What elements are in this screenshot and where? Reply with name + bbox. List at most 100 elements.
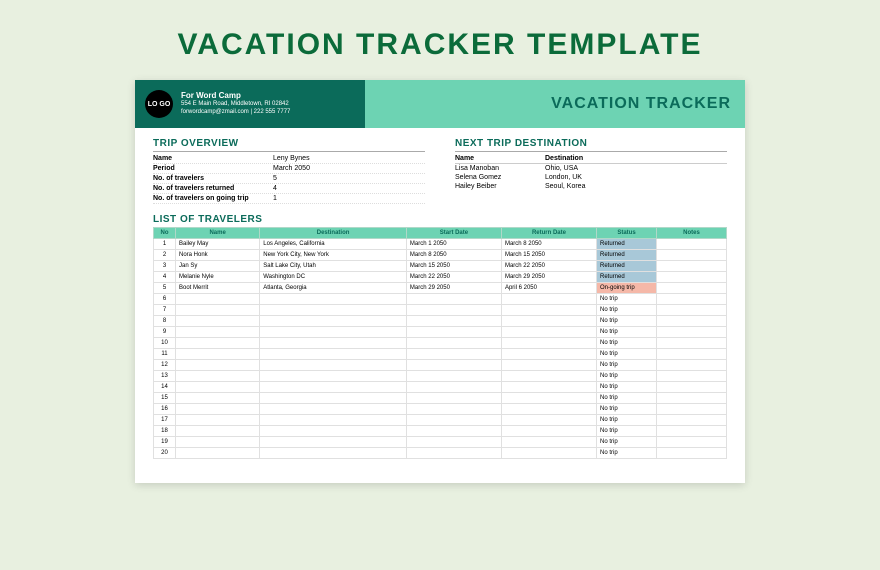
cell-no: 9	[154, 327, 176, 338]
logo-icon: LO GO	[145, 90, 173, 118]
cell-name	[176, 305, 260, 316]
cell-status: Returned	[597, 272, 657, 283]
cell-status: Returned	[597, 250, 657, 261]
table-row: 7No trip	[154, 305, 727, 316]
cell-status: No trip	[597, 371, 657, 382]
travelers-title: LIST OF TRAVELERS	[153, 214, 727, 225]
cell-start	[406, 437, 501, 448]
cell-notes	[657, 338, 727, 349]
col-header: Notes	[657, 228, 727, 239]
document: LO GO For Word Camp 554 E Main Road, Mid…	[135, 80, 745, 483]
cell-dest: Salt Lake City, Utah	[260, 261, 407, 272]
cell-notes	[657, 305, 727, 316]
col-header: No	[154, 228, 176, 239]
table-row: 14No trip	[154, 382, 727, 393]
cell-return: April 6 2050	[501, 283, 596, 294]
next-trip-name: Selena Gomez	[455, 174, 545, 181]
cell-name	[176, 294, 260, 305]
next-trip-name: Hailey Beiber	[455, 183, 545, 190]
cell-status: No trip	[597, 349, 657, 360]
cell-start	[406, 349, 501, 360]
cell-no: 5	[154, 283, 176, 294]
cell-notes	[657, 382, 727, 393]
cell-name	[176, 404, 260, 415]
cell-name	[176, 327, 260, 338]
page-title: VACATION TRACKER TEMPLATE	[0, 0, 880, 80]
cell-no: 4	[154, 272, 176, 283]
cell-return	[501, 426, 596, 437]
header: LO GO For Word Camp 554 E Main Road, Mid…	[135, 80, 745, 128]
cell-dest	[260, 393, 407, 404]
cell-no: 20	[154, 448, 176, 459]
overview-key: Name	[153, 155, 273, 162]
cell-status: No trip	[597, 426, 657, 437]
cell-no: 6	[154, 294, 176, 305]
overview-row: No. of travelers5	[153, 174, 425, 184]
cell-notes	[657, 448, 727, 459]
cell-status: Returned	[597, 239, 657, 250]
cell-start	[406, 404, 501, 415]
cell-dest	[260, 404, 407, 415]
cell-start: March 29 2050	[406, 283, 501, 294]
company-info: For Word Camp 554 E Main Road, Middletow…	[181, 91, 290, 117]
cell-no: 10	[154, 338, 176, 349]
cell-name	[176, 360, 260, 371]
cell-no: 11	[154, 349, 176, 360]
table-row: 4Melanie NyleWashington DCMarch 22 2050M…	[154, 272, 727, 283]
cell-dest	[260, 437, 407, 448]
col-header: Name	[176, 228, 260, 239]
cell-return	[501, 294, 596, 305]
cell-return	[501, 382, 596, 393]
cell-status: No trip	[597, 415, 657, 426]
tracker-title: VACATION TRACKER	[551, 95, 731, 113]
cell-dest	[260, 415, 407, 426]
next-trip-name: Lisa Manoban	[455, 165, 545, 172]
cell-no: 17	[154, 415, 176, 426]
cell-return: March 22 2050	[501, 261, 596, 272]
overview-value: 5	[273, 175, 425, 182]
table-row: 2Nora HonkNew York City, New YorkMarch 8…	[154, 250, 727, 261]
table-row: 12No trip	[154, 360, 727, 371]
cell-dest	[260, 305, 407, 316]
cell-status: No trip	[597, 382, 657, 393]
table-row: 9 No trip	[154, 327, 727, 338]
next-trip: NEXT TRIP DESTINATION Name Destination L…	[455, 138, 727, 204]
cell-start: March 8 2050	[406, 250, 501, 261]
overview-row: No. of travelers on going trip1	[153, 194, 425, 204]
overview-row: PeriodMarch 2050	[153, 164, 425, 174]
cell-return	[501, 393, 596, 404]
cell-status: No trip	[597, 327, 657, 338]
cell-name: Bailey May	[176, 239, 260, 250]
header-left: LO GO For Word Camp 554 E Main Road, Mid…	[135, 80, 365, 128]
cell-start	[406, 305, 501, 316]
cell-dest	[260, 349, 407, 360]
cell-notes	[657, 261, 727, 272]
overview-key: Period	[153, 165, 273, 172]
cell-start	[406, 360, 501, 371]
table-row: 6No trip	[154, 294, 727, 305]
cell-notes	[657, 272, 727, 283]
next-trip-row: Selena GomezLondon, UK	[455, 173, 727, 182]
cell-return: March 29 2050	[501, 272, 596, 283]
cell-no: 12	[154, 360, 176, 371]
overview-value: Leny Bynes	[273, 155, 425, 162]
cell-dest	[260, 338, 407, 349]
company-name: For Word Camp	[181, 91, 290, 101]
cell-notes	[657, 393, 727, 404]
cell-dest: Los Angeles, California	[260, 239, 407, 250]
cell-no: 1	[154, 239, 176, 250]
cell-return	[501, 437, 596, 448]
cell-no: 15	[154, 393, 176, 404]
cell-start	[406, 327, 501, 338]
col-header: Start Date	[406, 228, 501, 239]
cell-return: March 15 2050	[501, 250, 596, 261]
cell-no: 16	[154, 404, 176, 415]
cell-return: March 8 2050	[501, 239, 596, 250]
cell-status: No trip	[597, 437, 657, 448]
next-trip-row: Hailey BeiberSeoul, Korea	[455, 182, 727, 191]
table-row: 19 No trip	[154, 437, 727, 448]
cell-name: Melanie Nyle	[176, 272, 260, 283]
cell-no: 19	[154, 437, 176, 448]
cell-return	[501, 316, 596, 327]
cell-status: No trip	[597, 393, 657, 404]
